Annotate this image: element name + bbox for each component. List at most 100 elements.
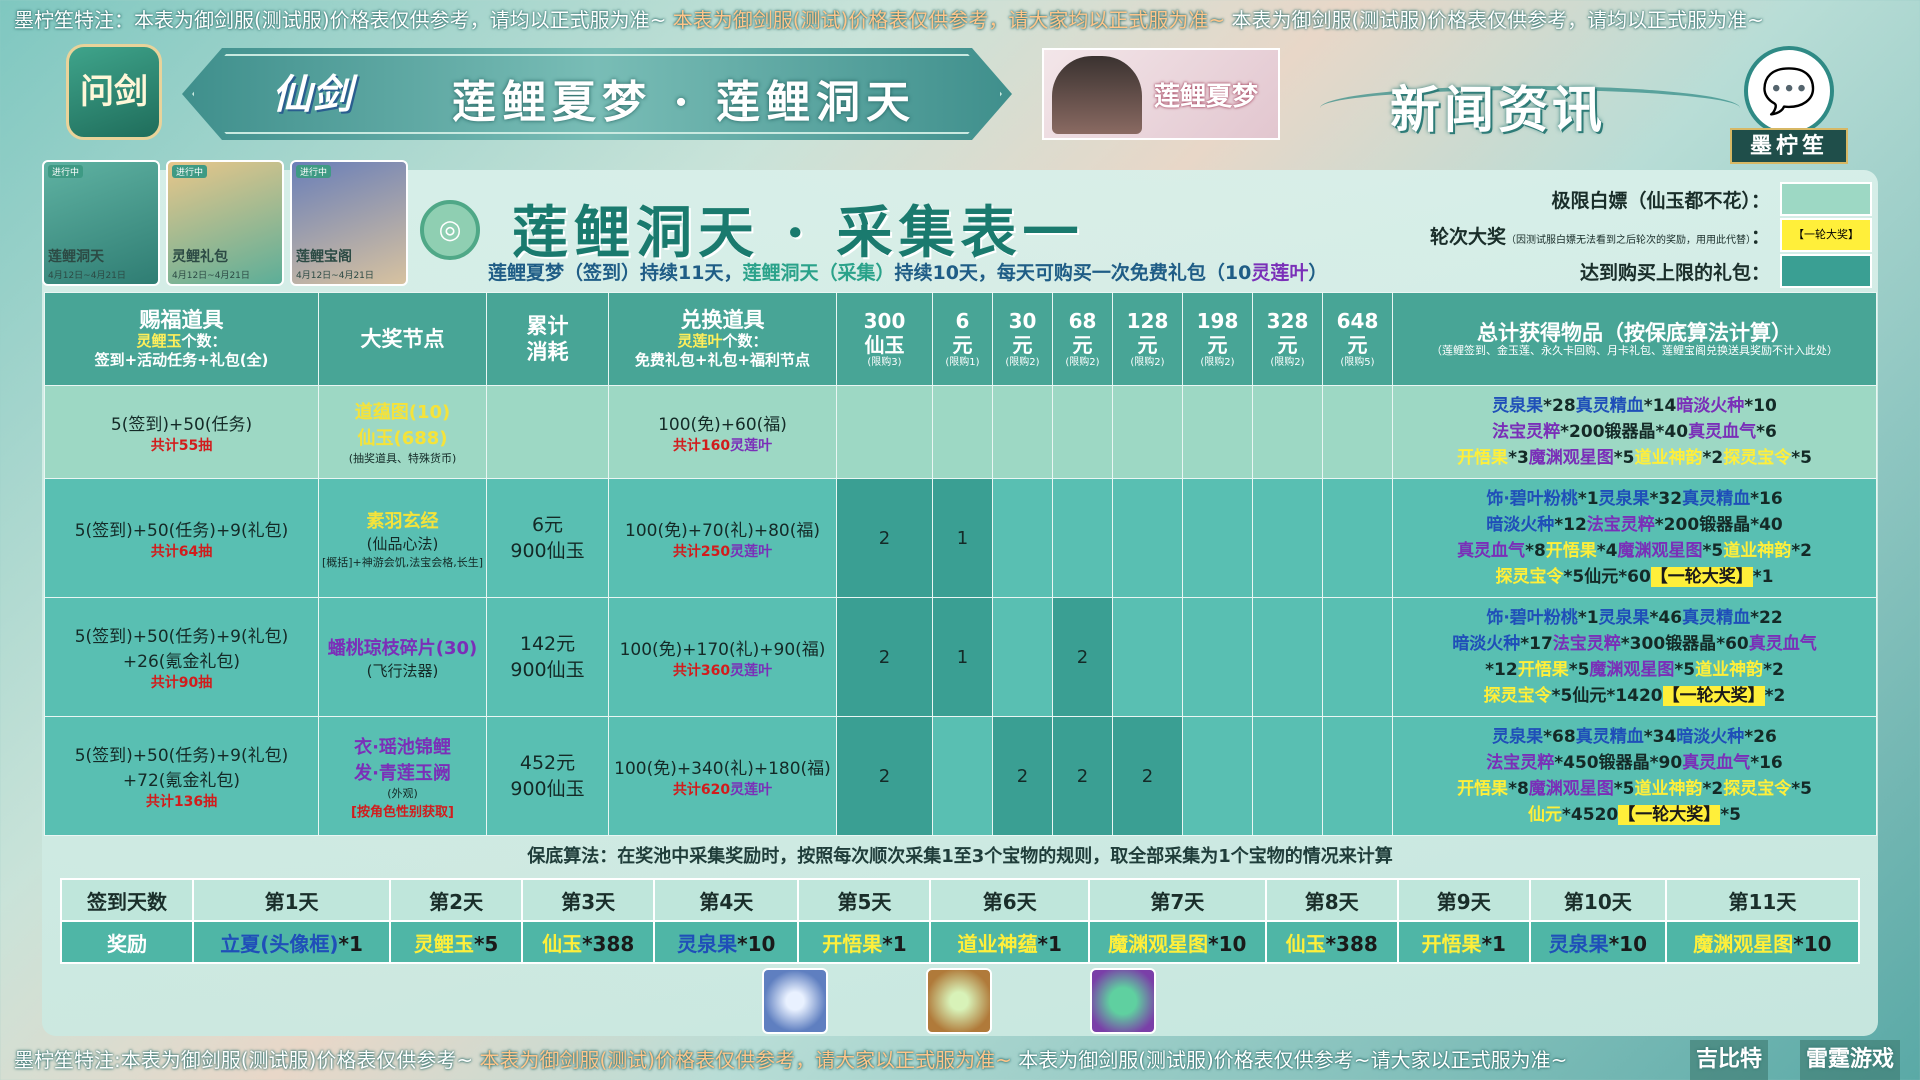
total-segment: 灵泉果 <box>1492 396 1544 416</box>
total-segment: *1420 <box>1606 686 1663 706</box>
reward-item: 魔渊观星图 <box>1693 931 1794 956</box>
news-title: 新闻资讯 <box>1390 80 1606 139</box>
total-segment: 仙元 <box>1528 805 1563 825</box>
promo-image: 莲鲤夏梦 <box>1042 48 1280 140</box>
event-card-date: 4月12日~4月21日 <box>296 271 374 281</box>
cell-pack-purchases <box>932 385 993 479</box>
header-total-items: 总计获得物品（按保底算法计算） （莲鲤签到、金玉莲、永久卡回购、月卡礼包、莲鲤宝阁… <box>1392 292 1877 386</box>
reward-qty: *388 <box>582 931 635 956</box>
total-segment: *2 <box>1764 686 1786 706</box>
total-segment: 道业神韵 <box>1634 779 1703 799</box>
signin-reward: 灵鲤玉*5 <box>389 920 524 964</box>
total-segment: *22 <box>1750 608 1783 628</box>
total-segment: *4 <box>1596 541 1618 561</box>
total-line: 真灵血气*8开悟果*4魔渊观星图*5道业神韵*2 <box>1393 538 1876 564</box>
header-pack-68: 68 元 (限购2) <box>1052 292 1113 386</box>
total-segment: *16 <box>1750 753 1783 773</box>
cell-exchange: 100(免)+170(礼)+90(福) 共计360灵莲叶 <box>608 597 837 717</box>
total-segment: *5 <box>1702 541 1724 561</box>
promo-title: 莲鲤夏梦 <box>1154 82 1259 112</box>
total-segment: *300 <box>1620 634 1666 654</box>
total-segment: 道业神韵 <box>1634 448 1703 468</box>
legend-free-play: 极限白嫖（仙玉都不花）： <box>1551 182 1872 216</box>
total-segment: 探灵宝令 <box>1495 567 1564 587</box>
cell-grand-prize: 蟠桃琼枝碎片(30) (飞行法器) <box>318 597 487 717</box>
signin-day: 第11天 <box>1664 878 1861 922</box>
reward-item: 灵泉果 <box>677 931 738 956</box>
total-segment: *90 <box>1649 753 1683 773</box>
cell-cost: 142元 900仙玉 <box>486 597 609 717</box>
header-pack-6: 6 元 (限购1) <box>932 292 993 386</box>
total-segment: 【一轮大奖】 <box>1662 686 1765 706</box>
total-segment: *26 <box>1744 727 1777 747</box>
top-disclaimer-part2: 本表为御剑服(测试)价格表仅供参考，请大家均以正式服为准~ <box>672 8 1226 32</box>
total-segment: *8 <box>1525 541 1546 561</box>
total-line: 法宝灵粹*450锻器晶*90真灵血气*16 <box>1393 750 1876 776</box>
cell-pack-purchases: 2 <box>1112 716 1183 836</box>
cell-pack-purchases <box>992 385 1053 479</box>
cell-blessing: 5(签到)+50(任务)+9(礼包) +72(氪金礼包) 共计136抽 <box>44 716 319 836</box>
total-segment: 法宝灵粹 <box>1586 515 1655 535</box>
total-segment: 暗淡火种 <box>1486 515 1555 535</box>
signin-table: 签到天数 第1天 第2天 第3天 第4天 第5天 第6天 第7天 第8天 第9天 第10天 第11天 … <box>59 878 1861 964</box>
thunder-games-logo: 雷霆游戏 <box>1800 1040 1901 1080</box>
total-segment: *5 <box>1613 779 1635 799</box>
total-line: 仙元*4520【一轮大奖】*5 <box>1393 802 1876 828</box>
total-segment: 锻器晶 <box>1665 634 1717 654</box>
collection-table: 赐福道具 灵鲤玉个数： 签到+活动任务+礼包(全) 大奖节点 累计 消耗 兑换道具… <box>44 292 1877 836</box>
total-segment: 灵泉果 <box>1598 608 1650 628</box>
header-blessing-items: 赐福道具 灵鲤玉个数： 签到+活动任务+礼包(全) <box>44 292 319 386</box>
bottom-disclaimer-part2: 本表为御剑服(测试)价格表仅供参考，请大家以正式服为准~ <box>479 1048 1012 1072</box>
total-line: *12开悟果*5魔渊观星图*5道业神韵*2 <box>1393 657 1876 683</box>
signin-day-row: 签到天数 第1天 第2天 第3天 第4天 第5天 第6天 第7天 第8天 第9天 第10天 第11天 <box>59 878 1861 922</box>
cell-pack-purchases <box>836 385 933 479</box>
total-segment: 真灵血气 <box>1688 422 1757 442</box>
table-row: 5(签到)+50(任务)+9(礼包) +26(氪金礼包) 共计90抽 蟠桃琼枝碎片(3… <box>44 597 1877 717</box>
cell-pack-purchases: 2 <box>836 597 933 717</box>
total-segment: *2 <box>1763 660 1784 680</box>
top-disclaimer: 墨柠笙特注：本表为御剑服(测试服)价格表仅供参考，请均以正式服为准~ 本表为御剑… <box>0 2 1920 38</box>
legend-swatch <box>1780 182 1872 216</box>
total-segment: 魔渊观星图 <box>1617 541 1703 561</box>
cell-pack-purchases <box>932 716 993 836</box>
cell-pack-purchases <box>1252 385 1323 479</box>
total-segment: *60 <box>1618 567 1651 587</box>
event-card-date: 4月12日~4月21日 <box>172 271 250 281</box>
game-logo: 问剑 <box>66 44 162 140</box>
sheet-title: 莲鲤洞天 · 采集表一 <box>512 200 1085 266</box>
header-exchange-items: 兑换道具 灵莲叶个数： 免费礼包+礼包+福利节点 <box>608 292 837 386</box>
total-segment: *5 <box>1551 686 1573 706</box>
total-segment: *17 <box>1520 634 1553 654</box>
signin-reward: 道业神蕴*1 <box>929 920 1090 964</box>
legend-swatch: 【一轮大奖】 <box>1780 218 1872 252</box>
cell-pack-purchases <box>1322 716 1393 836</box>
total-line: 开悟果*8魔渊观星图*5道业神韵*2探灵宝令*5 <box>1393 776 1876 802</box>
reward-qty: *10 <box>737 931 776 956</box>
total-segment: *16 <box>1750 489 1783 509</box>
total-segment: *1 <box>1577 608 1599 628</box>
event-card-lotus-cave: 进行中 莲鲤洞天 4月12日~4月21日 <box>42 160 160 286</box>
top-disclaimer-part1: 墨柠笙特注：本表为御剑服(测试服)价格表仅供参考，请均以正式服为准~ <box>14 8 667 32</box>
header-grand-prize: 大奖节点 <box>318 292 487 386</box>
signin-reward-label: 奖励 <box>59 920 195 964</box>
cell-pack-purchases <box>992 478 1053 598</box>
cell-pack-purchases <box>1322 478 1393 598</box>
total-segment: *32 <box>1649 489 1683 509</box>
cell-pack-purchases <box>1182 597 1253 717</box>
total-segment: *10 <box>1744 396 1777 416</box>
total-segment: *14 <box>1643 396 1677 416</box>
total-segment: 仙元 <box>1584 567 1619 587</box>
signin-reward: 仙玉*388 <box>1264 920 1399 964</box>
total-segment: *5 <box>1568 660 1590 680</box>
cell-pack-purchases <box>1182 716 1253 836</box>
total-line: 法宝灵粹*200锻器晶*40真灵血气*6 <box>1393 419 1876 445</box>
banner-brand-logo: 仙剑 <box>272 71 352 118</box>
header-pack-128: 128 元 (限购2) <box>1112 292 1183 386</box>
table-row: 5(签到)+50(任务)+9(礼包) 共计64抽 素羽玄经 (仙品心法) [概括]+神游… <box>44 478 1877 598</box>
total-segment: *28 <box>1543 396 1576 416</box>
total-segment: *5 <box>1791 448 1812 468</box>
total-segment: *1 <box>1577 489 1599 509</box>
total-segment: 饰·碧叶粉桃 <box>1486 608 1578 628</box>
gbits-logo: 吉比特 <box>1690 1040 1769 1080</box>
cell-blessing: 5(签到)+50(任务)+9(礼包) 共计64抽 <box>44 478 319 598</box>
